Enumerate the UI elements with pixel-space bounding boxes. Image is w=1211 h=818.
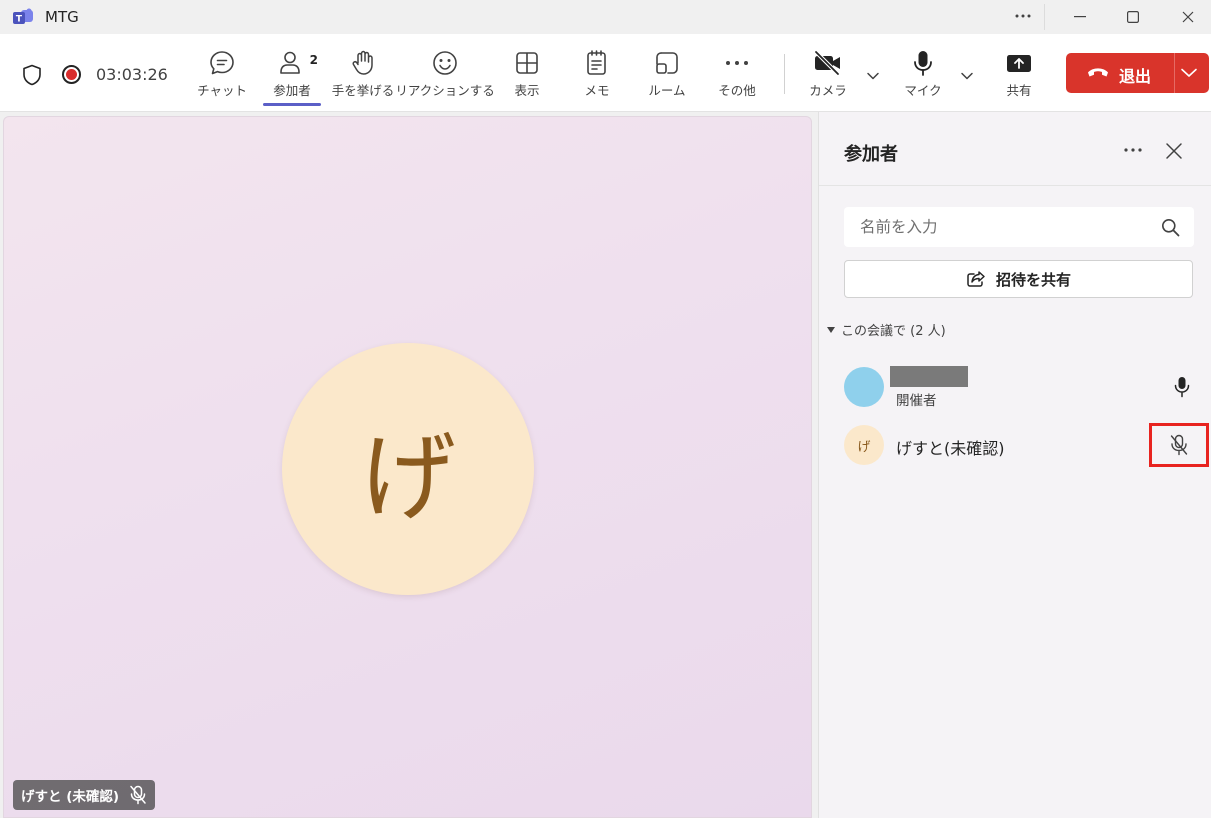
recording-indicator-icon [62, 65, 81, 84]
mic-off-icon [1170, 434, 1188, 456]
close-icon [1166, 143, 1182, 159]
more-button[interactable]: その他 [716, 48, 758, 104]
titlebar-divider [1044, 4, 1045, 30]
guest-mic-muted-highlight[interactable] [1149, 423, 1209, 467]
meeting-timer: 03:03:26 [96, 65, 168, 84]
participant-search [844, 207, 1194, 247]
panel-header: 参加者 [819, 112, 1211, 186]
leave-label: 退出 [1119, 67, 1152, 86]
more-horizontal-icon [725, 48, 749, 78]
minimize-icon [1074, 16, 1086, 18]
share-invite-button[interactable]: 招待を共有 [844, 260, 1193, 298]
leave-button[interactable]: 退出 [1066, 53, 1209, 93]
active-tab-indicator [263, 103, 321, 106]
microphone-icon [1174, 376, 1190, 398]
participant-avatar: げ [844, 425, 884, 465]
share-screen-icon [1005, 48, 1033, 78]
rooms-button[interactable]: ルーム [647, 48, 687, 104]
maximize-icon [1127, 11, 1139, 23]
svg-text:T: T [16, 15, 23, 25]
panel-more-button[interactable] [1121, 140, 1145, 160]
maximize-button[interactable] [1113, 4, 1153, 30]
share-button[interactable]: 共有 [1002, 48, 1036, 104]
leave-options-chevron-icon[interactable] [1180, 65, 1198, 81]
smiley-icon [431, 48, 459, 78]
participant-avatar [844, 367, 884, 407]
meeting-stage: げ げすと (未確認) [3, 116, 812, 818]
view-button[interactable]: 表示 [510, 48, 544, 104]
participant-row-organizer[interactable]: 開催者 [844, 362, 1204, 409]
grid-view-icon [514, 48, 540, 78]
leave-divider [1174, 53, 1175, 93]
minimize-button[interactable] [1060, 4, 1100, 30]
participant-avatar-large[interactable]: げ [282, 343, 534, 595]
participant-name: げすと(未確認) [896, 439, 1005, 458]
chat-button[interactable]: チャット [197, 48, 247, 104]
raise-hand-button[interactable]: 手を挙げる [332, 48, 394, 104]
react-button[interactable]: リアクションする [395, 48, 495, 104]
teams-logo-icon: T [12, 8, 34, 26]
chat-icon [208, 48, 236, 78]
participant-row-guest[interactable]: げ げすと(未確認) [844, 420, 1209, 467]
participant-name-tag: げすと (未確認) [13, 780, 156, 810]
notes-icon [584, 48, 610, 78]
participant-count-badge: 2 [309, 53, 318, 67]
window-title: MTG [45, 8, 79, 26]
people-button[interactable]: 2 参加者 [263, 48, 321, 106]
panel-title: 参加者 [844, 144, 898, 165]
shield-icon[interactable] [22, 64, 42, 86]
hand-icon [349, 48, 377, 78]
camera-options-chevron-icon[interactable] [865, 68, 881, 84]
participant-role: 開催者 [896, 393, 937, 409]
camera-off-icon [813, 48, 843, 78]
rooms-icon [653, 48, 681, 78]
window-more-button[interactable] [1010, 4, 1036, 28]
section-in-meeting[interactable]: この会議で (2 人) [827, 320, 946, 339]
close-window-button[interactable] [1168, 4, 1208, 30]
search-input[interactable] [844, 207, 1154, 247]
panel-close-button[interactable] [1163, 140, 1185, 162]
title-bar: T MTG [0, 0, 1211, 34]
redacted-name [890, 366, 968, 387]
meeting-toolbar: 03:03:26 チャット 2 参加者 手を挙げる リアクションする 表示 メモ… [0, 34, 1211, 112]
more-horizontal-icon [1015, 14, 1031, 18]
mic-button[interactable]: マイク [904, 48, 942, 104]
collapse-triangle-icon [827, 326, 835, 333]
mic-off-icon [130, 785, 146, 805]
people-icon: 2 [278, 48, 318, 78]
toolbar-divider [784, 54, 785, 94]
hang-up-icon [1086, 65, 1110, 79]
search-icon[interactable] [1161, 218, 1180, 237]
share-icon [967, 271, 985, 287]
more-horizontal-icon [1124, 148, 1142, 152]
mic-options-chevron-icon[interactable] [959, 68, 975, 84]
microphone-icon [911, 48, 935, 78]
camera-button[interactable]: カメラ [809, 48, 847, 104]
close-icon [1182, 11, 1194, 23]
notes-button[interactable]: メモ [582, 48, 612, 104]
participants-panel: 参加者 招待を共有 この会議で (2 人) 開催者 げ げすと(未確認) [818, 112, 1211, 818]
